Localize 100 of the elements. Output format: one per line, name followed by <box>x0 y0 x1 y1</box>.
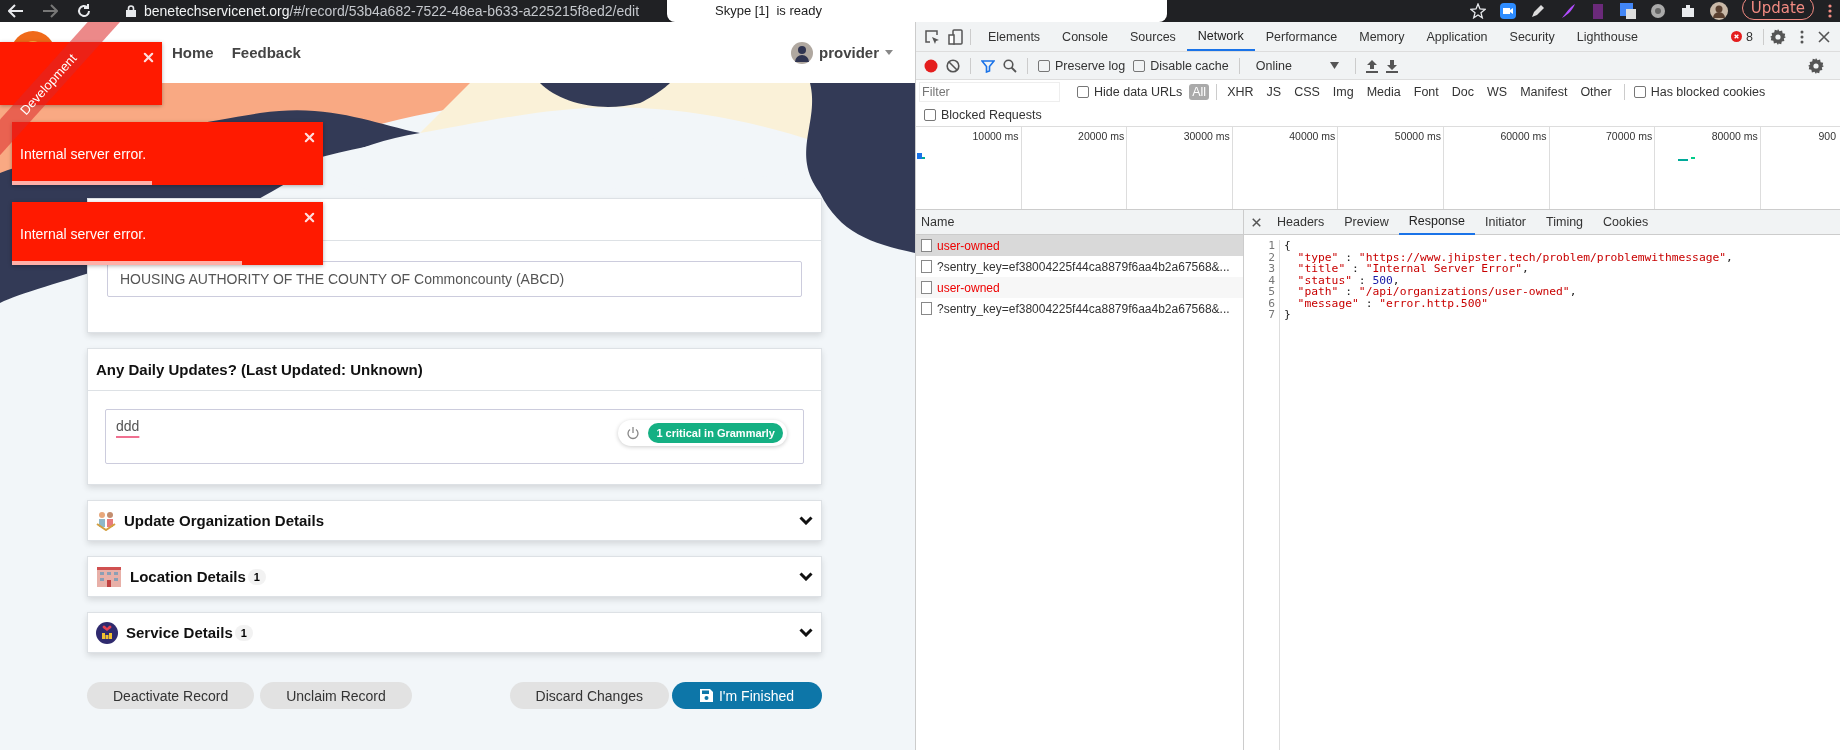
detail-tab[interactable]: Headers <box>1267 209 1335 235</box>
upload-icon[interactable] <box>1365 58 1378 73</box>
type-filter[interactable]: Doc <box>1448 84 1477 100</box>
action-button[interactable]: Discard Changes <box>509 682 669 709</box>
lock-icon <box>126 5 136 17</box>
detail-tab[interactable]: Cookies <box>1593 209 1659 235</box>
inspect-icon[interactable] <box>924 28 940 45</box>
tick-label: 80000 ms <box>1711 130 1758 142</box>
checkbox[interactable] <box>1038 59 1050 72</box>
power-icon[interactable] <box>626 426 641 440</box>
family-circle-icon <box>96 621 118 644</box>
file-icon <box>921 281 932 294</box>
caret-icon <box>885 50 893 55</box>
back-icon[interactable] <box>8 4 24 18</box>
type-filter[interactable]: Img <box>1329 84 1357 100</box>
device-icon[interactable] <box>948 28 964 45</box>
nav-link[interactable]: Feedback <box>231 44 301 61</box>
accordion-header[interactable]: Location Details 1 <box>87 556 822 597</box>
chevron-icon[interactable] <box>799 572 813 581</box>
reload-icon[interactable] <box>76 3 92 19</box>
clear-icon[interactable] <box>946 58 960 73</box>
close-icon[interactable] <box>1252 217 1261 227</box>
section-title: Update Organization Details <box>124 512 325 529</box>
devtools-tab[interactable]: Lighthouse <box>1565 22 1649 51</box>
record-icon[interactable] <box>924 58 938 73</box>
type-filter[interactable]: Font <box>1410 84 1442 100</box>
request-row[interactable]: ?sentry_key=ef38004225f44ca8879f6aa4b2a67568&... <box>916 298 1243 319</box>
type-filter[interactable]: XHR <box>1224 84 1257 100</box>
text-area[interactable]: ddd 1 critical in Grammarly <box>105 409 804 464</box>
accordion-header[interactable]: Update Organization Details <box>87 500 822 541</box>
toast-message: Internal server error. <box>20 226 147 242</box>
request-row[interactable]: ?sentry_key=ef38004225f44ca8879f6aa4b2a67568&... <box>916 256 1243 277</box>
devtools-tab[interactable]: Memory <box>1348 22 1416 51</box>
type-filter[interactable]: Manifest <box>1517 84 1571 100</box>
search-icon[interactable] <box>1003 58 1017 73</box>
request-row[interactable]: user-owned <box>916 277 1243 298</box>
more-icon[interactable] <box>1828 4 1832 18</box>
video-camera-icon[interactable] <box>1499 3 1516 19</box>
type-filter[interactable]: Other <box>1577 84 1615 100</box>
devtools-tab[interactable]: Console <box>1051 22 1119 51</box>
tick-label: 900 <box>1818 130 1836 142</box>
checkbox-label: Preserve log <box>1055 58 1126 73</box>
toast-message: Internal server error. <box>20 146 147 162</box>
download-icon[interactable] <box>1385 58 1398 73</box>
type-filter[interactable]: WS <box>1484 84 1511 100</box>
checkbox[interactable] <box>1077 86 1089 98</box>
type-filter[interactable]: Media <box>1363 84 1404 100</box>
section-title: Service Details <box>126 624 233 641</box>
close-icon[interactable] <box>1818 30 1830 43</box>
nav-link[interactable]: Home <box>172 44 214 61</box>
line-number: 6 <box>1267 297 1275 309</box>
detail-tab[interactable]: Preview <box>1334 209 1399 235</box>
code-line: { <box>1284 240 1292 252</box>
tick-label: 50000 ms <box>1394 130 1441 142</box>
checkbox-label: Has blocked cookies <box>1650 85 1766 99</box>
detail-tab[interactable]: Initiator <box>1475 209 1536 235</box>
filter-field[interactable]: Filter <box>920 83 1059 101</box>
error-count[interactable]: 8 <box>1731 29 1753 44</box>
tick-label: 30000 ms <box>1183 130 1230 142</box>
section-title: Location Details <box>130 568 246 585</box>
filter-icon[interactable] <box>981 58 995 73</box>
settings-icon[interactable] <box>1770 28 1786 45</box>
url-text[interactable]: benetechservicenet.org/#/record/53b4a682-7522-48ea-b633-a225215f8ed2/edit <box>144 3 640 19</box>
feather-icon[interactable] <box>1559 3 1576 19</box>
throttling-select[interactable]: Online <box>1249 58 1345 73</box>
code-line: "type" : "https://www.jhipster.tech/problem/problemwithmessage", <box>1296 251 1733 263</box>
pencil-icon[interactable] <box>1529 3 1546 19</box>
disc-icon[interactable] <box>1649 3 1666 19</box>
notification-text: Skype [1] is ready <box>715 3 822 19</box>
checkbox[interactable] <box>1633 86 1646 98</box>
devtools-tab[interactable]: Sources <box>1119 22 1187 51</box>
devtools-tab[interactable]: Performance <box>1254 22 1349 51</box>
accordion-header[interactable]: Service Details 1 <box>87 612 822 653</box>
tick-label: 60000 ms <box>1500 130 1547 142</box>
tick-label: 70000 ms <box>1606 130 1653 142</box>
code-line: "status" : 500, <box>1296 274 1401 286</box>
detail-tab[interactable]: Response <box>1398 209 1475 235</box>
devtools-tab[interactable]: Security <box>1498 22 1566 51</box>
chevron-icon[interactable] <box>799 628 813 637</box>
detail-tab[interactable]: Timing <box>1536 209 1594 235</box>
checkbox[interactable] <box>924 109 936 121</box>
type-filter[interactable]: CSS <box>1291 84 1323 100</box>
action-button[interactable]: Deactivate Record <box>87 682 255 709</box>
devtools-tab[interactable]: Elements <box>977 22 1052 51</box>
settings-icon[interactable] <box>1808 57 1824 74</box>
more-icon[interactable] <box>1800 29 1804 44</box>
user-menu[interactable]: provider <box>791 41 893 64</box>
building-icon <box>96 565 122 588</box>
forward-icon[interactable] <box>42 4 58 18</box>
chevron-icon[interactable] <box>799 516 813 525</box>
devtools-tab[interactable]: Application <box>1415 22 1499 51</box>
tick-label: 20000 ms <box>1078 130 1125 142</box>
checkbox[interactable] <box>1133 59 1146 72</box>
finish-button[interactable]: I'm Finished <box>671 682 822 709</box>
action-button[interactable]: Unclaim Record <box>260 682 412 709</box>
count-badge: 1 <box>234 624 253 641</box>
avatar-icon[interactable] <box>1709 2 1728 20</box>
type-filter[interactable]: JS <box>1263 84 1285 100</box>
star-icon[interactable] <box>1469 3 1486 19</box>
error-icon <box>1731 31 1743 42</box>
